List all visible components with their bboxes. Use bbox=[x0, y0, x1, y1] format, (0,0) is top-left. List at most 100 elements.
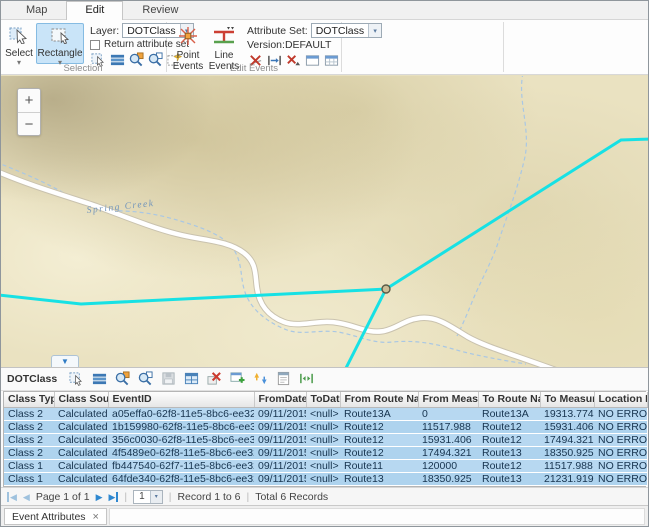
table-cell: Class 2 bbox=[4, 447, 54, 460]
table-cell: NO ERROR bbox=[594, 434, 647, 447]
tab-map[interactable]: Map bbox=[7, 1, 66, 19]
table-cell: 64fde340-62f8-11e5-8bc6-ee32641d5ec9 bbox=[108, 473, 254, 486]
next-page-button[interactable]: ▶ bbox=[96, 492, 103, 502]
rectangle-tool-button[interactable]: Rectangle ▾ bbox=[36, 23, 84, 64]
column-header[interactable]: ToDate bbox=[306, 392, 340, 408]
close-icon[interactable]: × bbox=[93, 512, 99, 522]
table-row[interactable]: Class 2Calculateda05effa0-62f8-11e5-8bc6… bbox=[4, 408, 647, 421]
column-header[interactable]: To Measure bbox=[540, 392, 594, 408]
add-record-icon[interactable] bbox=[229, 371, 245, 387]
select-features-icon[interactable] bbox=[68, 371, 84, 387]
table-cell: 15931.406 bbox=[540, 421, 594, 434]
save-icon[interactable] bbox=[160, 371, 176, 387]
table-cell: 17494.321 bbox=[540, 434, 594, 447]
table-cell: <null> bbox=[306, 473, 340, 486]
table-cell: Route11 bbox=[340, 460, 418, 473]
table-cell: Route13 bbox=[340, 473, 418, 486]
attribute-set-label: Attribute Set: bbox=[247, 25, 308, 37]
previous-page-button[interactable]: ◀ bbox=[23, 492, 30, 502]
line-events-button[interactable]: Line Events bbox=[207, 23, 241, 64]
sort-icon[interactable] bbox=[252, 371, 268, 387]
table-cell: 17494.321 bbox=[418, 447, 478, 460]
tab-review[interactable]: Review bbox=[123, 1, 197, 19]
record-range-status: Record 1 to 6 bbox=[177, 491, 240, 503]
column-header[interactable]: Class Source bbox=[54, 392, 108, 408]
total-records-status: Total 6 Records bbox=[255, 491, 328, 503]
form-view-icon[interactable] bbox=[275, 371, 291, 387]
selection-list-icon[interactable] bbox=[91, 371, 107, 387]
first-page-button[interactable]: ◀ bbox=[7, 492, 17, 502]
tab-event-attributes[interactable]: Event Attributes × bbox=[4, 508, 107, 525]
table-cell: 19313.774 bbox=[540, 408, 594, 421]
table-cell: Route12 bbox=[340, 447, 418, 460]
delete-record-icon[interactable] bbox=[206, 371, 222, 387]
table-cell: 120000 bbox=[418, 460, 478, 473]
table-cell: 09/11/2015 bbox=[254, 447, 306, 460]
zoom-in-button[interactable]: + bbox=[18, 89, 40, 112]
column-header[interactable]: To Route Name bbox=[478, 392, 540, 408]
table-cell: <null> bbox=[306, 434, 340, 447]
pager-separator: | bbox=[124, 491, 127, 503]
fit-columns-icon[interactable] bbox=[298, 371, 314, 387]
column-header[interactable]: FromDate bbox=[254, 392, 306, 408]
column-header[interactable]: Class Type bbox=[4, 392, 54, 408]
table-cell: NO ERROR bbox=[594, 460, 647, 473]
page-number-select[interactable]: 1 ▾ bbox=[133, 490, 163, 504]
table-cell: Calculated bbox=[54, 408, 108, 421]
column-header[interactable]: From Route Name bbox=[340, 392, 418, 408]
tab-edit[interactable]: Edit bbox=[66, 1, 123, 20]
select-tool-button[interactable]: Select ▾ bbox=[4, 23, 34, 64]
table-cell: 09/11/2015 bbox=[254, 434, 306, 447]
collapse-panel-button[interactable]: ▼ bbox=[51, 355, 79, 367]
table-cell: <null> bbox=[306, 447, 340, 460]
table-cell: <null> bbox=[306, 408, 340, 421]
table-cell: Route12 bbox=[478, 434, 540, 447]
table-row[interactable]: Class 2Calculated356c0030-62f8-11e5-8bc6… bbox=[4, 434, 647, 447]
table-row[interactable]: Class 1Calculatedfb447540-62f7-11e5-8bc6… bbox=[4, 460, 647, 473]
map-canvas[interactable]: Spring Creek + − ▼ bbox=[1, 75, 648, 367]
table-cell: Route13 bbox=[478, 447, 540, 460]
table-cell: <null> bbox=[306, 421, 340, 434]
table-cell: Calculated bbox=[54, 460, 108, 473]
table-cell: Class 2 bbox=[4, 434, 54, 447]
table-cell: Class 2 bbox=[4, 408, 54, 421]
chevron-down-icon[interactable]: ▾ bbox=[368, 24, 381, 37]
rectangle-tool-icon bbox=[50, 26, 70, 47]
event-line-northeast[interactable] bbox=[386, 139, 648, 289]
selection-group: Select ▾ Rectangle ▾ Layer: DOTClass ▾ bbox=[1, 20, 165, 74]
tab-event-attributes-label: Event Attributes bbox=[12, 511, 86, 523]
table-cell: a05effa0-62f8-11e5-8bc6-ee32641d5ec9 bbox=[108, 408, 254, 421]
table-cell: Route13 bbox=[478, 473, 540, 486]
table-cell: Route12 bbox=[478, 421, 540, 434]
table-cell: Route13A bbox=[478, 408, 540, 421]
table-cell: 0 bbox=[418, 408, 478, 421]
table-row[interactable]: Class 2Calculated4f5489e0-62f8-11e5-8bc6… bbox=[4, 447, 647, 460]
column-header[interactable]: From Measure bbox=[418, 392, 478, 408]
table-cell: 356c0030-62f8-11e5-8bc6-ee32641d5ec9 bbox=[108, 434, 254, 447]
table-cell: Route12 bbox=[478, 460, 540, 473]
table-cell: fb447540-62f7-11e5-8bc6-ee32641d5ec9 bbox=[108, 460, 254, 473]
column-header[interactable]: EventID bbox=[108, 392, 254, 408]
select-tool-icon bbox=[9, 26, 29, 47]
zoom-to-selection-icon[interactable] bbox=[114, 371, 130, 387]
chevron-down-icon[interactable]: ▾ bbox=[150, 491, 162, 503]
zoom-out-button[interactable]: − bbox=[18, 112, 40, 135]
table-row[interactable]: Class 2Calculated1b159980-62f8-11e5-8bc6… bbox=[4, 421, 647, 434]
switch-table-icon[interactable] bbox=[183, 371, 199, 387]
table-cell: Class 2 bbox=[4, 421, 54, 434]
attribute-set-select[interactable]: DOTClass ▾ bbox=[311, 23, 382, 38]
pan-to-selection-icon[interactable] bbox=[137, 371, 153, 387]
attribute-grid: Class TypeClass SourceEventIDFromDateToD… bbox=[3, 391, 646, 488]
route-junction-marker[interactable] bbox=[382, 285, 390, 293]
event-line-west[interactable] bbox=[1, 289, 386, 304]
column-header[interactable]: Location Error bbox=[594, 392, 647, 408]
table-row[interactable]: Class 1Calculated64fde340-62f8-11e5-8bc6… bbox=[4, 473, 647, 486]
point-events-button[interactable]: Point Events bbox=[171, 23, 205, 64]
version-label: Version: bbox=[247, 39, 285, 51]
table-cell: 4f5489e0-62f8-11e5-8bc6-ee32641d5ec9 bbox=[108, 447, 254, 460]
last-page-button[interactable]: ▶ bbox=[108, 492, 118, 502]
edit-events-group-label: Edit Events bbox=[168, 63, 340, 74]
table-title: DOTClass bbox=[7, 373, 57, 385]
table-cell: <null> bbox=[306, 460, 340, 473]
return-attribute-set-checkbox[interactable] bbox=[90, 40, 100, 50]
